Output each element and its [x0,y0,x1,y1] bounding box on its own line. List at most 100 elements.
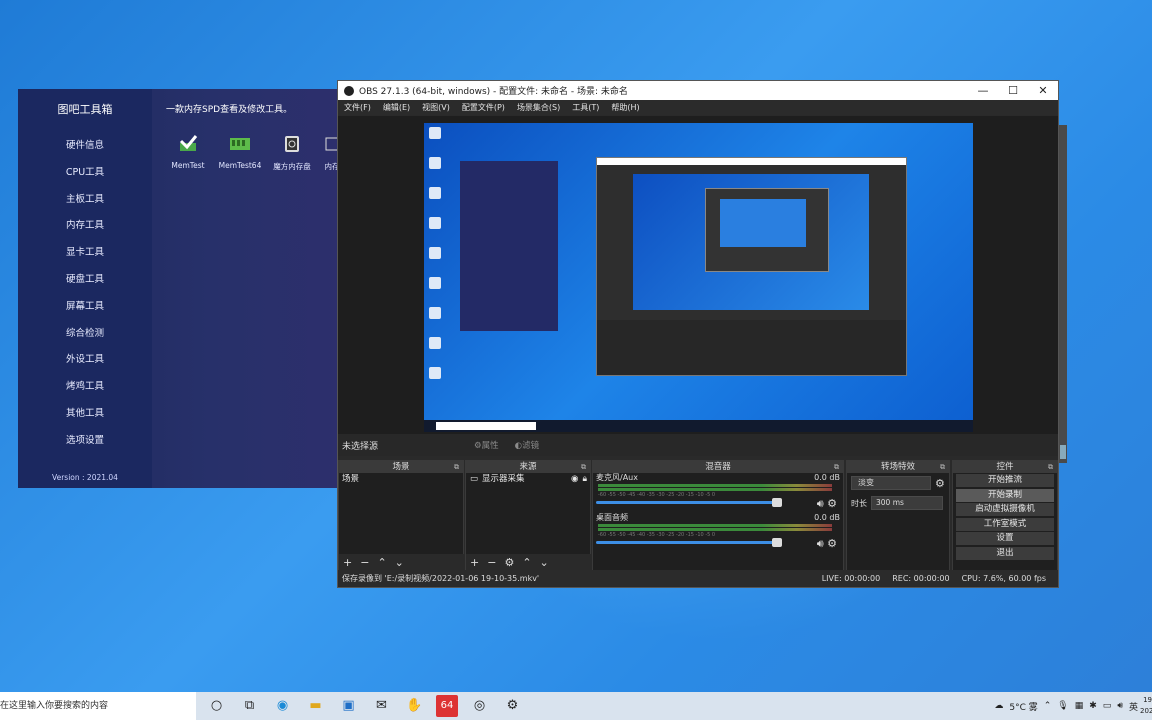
move-down-icon[interactable]: ⌄ [395,556,404,569]
mixer-dock: 混音器 ⧉ 麦克风/Aux 0.0 dB -60 -55 -50 -45 -40 -… [592,460,844,571]
gear-icon[interactable]: ⚙ [504,556,514,569]
toolbox-menu-stress[interactable]: 烤鸡工具 [18,374,152,401]
menu-help[interactable]: 帮助(H) [611,102,639,113]
duration-input[interactable]: 300 ms [871,496,943,510]
filters-button[interactable]: ◐滤镜 [515,439,539,451]
task-view-icon[interactable]: ⧉ [233,692,266,720]
monitor-icon: ▭ [470,474,479,484]
settings-button[interactable]: 设置 [956,532,1054,546]
menu-view[interactable]: 视图(V) [422,102,450,113]
tool-ramdisk[interactable]: 魔方内存盘 [270,133,314,172]
lock-icon[interactable]: 🔒︎ [582,473,587,486]
obs-app-icon[interactable]: ◎ [463,692,496,720]
taskbar-search-box[interactable]: 在这里输入你要搜索的内容 [0,692,196,720]
add-icon[interactable]: + [343,556,352,569]
menu-scene-collection[interactable]: 场景集合(S) [517,102,560,113]
tool-memtest[interactable]: MemTest [166,133,210,172]
slider-knob[interactable] [772,538,783,547]
start-recording-button[interactable]: 开始录制 [956,488,1054,502]
maximize-icon[interactable]: ☐ [998,84,1028,97]
gear-icon[interactable]: ⚙ [935,477,945,490]
weather-icon[interactable]: ☁ [994,701,1003,711]
properties-button[interactable]: ⚙属性 [474,439,499,451]
dock-float-icon[interactable]: ⧉ [834,461,839,473]
gear-icon[interactable]: ⚙ [827,537,837,550]
toolbox-menu-hardware-info[interactable]: 硬件信息 [18,133,152,160]
weather-text[interactable]: 5°C 雾 [1009,700,1037,713]
scenes-footer: + − ⌃ ⌄ [339,554,467,570]
scene-item[interactable]: 场景 [339,473,463,486]
move-up-icon[interactable]: ⌃ [377,556,386,569]
preview-canvas[interactable] [424,123,973,432]
move-up-icon[interactable]: ⌃ [522,556,531,569]
remove-icon[interactable]: − [360,556,369,569]
sources-footer: + − ⚙ ⌃ ⌄ [466,554,594,570]
ime-indicator[interactable]: 英 [1129,700,1138,713]
app-icon[interactable]: ⚙ [496,692,529,720]
slider-knob[interactable] [772,498,783,507]
studio-mode-button[interactable]: 工作室模式 [956,517,1054,531]
preview-scrollbar[interactable] [1059,125,1067,463]
toolbox-menu-disk[interactable]: 硬盘工具 [18,267,152,294]
transitions-dock-title: 转场特效 [880,462,915,472]
start-virtual-camera-button[interactable]: 启动虚拟摄像机 [956,503,1054,517]
toolbox-menu-gpu[interactable]: 显卡工具 [18,240,152,267]
tool-label: MemTest [171,161,205,170]
menu-edit[interactable]: 编辑(E) [383,102,410,113]
aida64-icon[interactable]: 64 [436,695,458,717]
speaker-icon[interactable]: 🔊︎ [817,497,824,510]
file-explorer-icon[interactable]: ▬ [299,692,332,720]
close-icon[interactable]: ✕ [1028,84,1058,97]
exit-button[interactable]: 退出 [956,546,1054,560]
no-source-selected-label: 未选择源 [342,441,379,452]
mic-icon[interactable]: 🎙︎ [1057,701,1068,711]
start-streaming-button[interactable]: 开始推流 [956,474,1054,487]
add-icon[interactable]: + [470,556,479,569]
move-down-icon[interactable]: ⌄ [540,556,549,569]
mail-icon[interactable]: ✉ [365,692,398,720]
menu-file[interactable]: 文件(F) [344,102,371,113]
toolbox-menu-other[interactable]: 其他工具 [18,401,152,428]
volume-slider[interactable] [596,538,783,547]
visibility-eye-icon[interactable]: ◉ [571,473,578,486]
volume-slider[interactable] [596,498,783,507]
clock[interactable]: 19 202 [1140,695,1152,717]
controls-dock: 控件 ⧉ 开始推流 开始录制 启动虚拟摄像机 工作室模式 设置 退出 [952,460,1058,571]
memtest-icon [179,135,198,151]
volume-icon[interactable]: 🔊︎ [1117,701,1123,711]
network-icon[interactable]: ▭ [1103,701,1112,711]
dock-float-icon[interactable]: ⧉ [940,461,945,473]
transition-select[interactable]: 淡变 [851,476,931,490]
toolbox-menu-memory[interactable]: 内存工具 [18,213,152,240]
tool-memtest64[interactable]: MemTest64 [218,133,262,172]
speaker-icon[interactable]: 🔊︎ [817,537,824,550]
gear-icon[interactable]: ⚙ [827,497,837,510]
toolbox-menu-mainboard[interactable]: 主板工具 [18,187,152,214]
cortana-icon[interactable]: ○ [200,692,233,720]
menu-profile[interactable]: 配置文件(P) [462,102,505,113]
edge-icon[interactable]: ◉ [266,692,299,720]
obs-logo-icon [344,85,354,96]
cpu-fps: CPU: 7.6%, 60.00 fps [961,573,1046,583]
toolbox-menu-overall[interactable]: 综合检测 [18,321,152,348]
toolbox-app-icon[interactable]: ✋ [398,692,431,720]
duration-label: 时长 [851,498,867,508]
toolbox-menu-screen[interactable]: 屏幕工具 [18,294,152,321]
channel-name: 麦克风/Aux [596,473,638,482]
store-icon[interactable]: ▣ [332,692,365,720]
minimize-icon[interactable]: — [968,84,998,97]
source-item[interactable]: ▭ 显示器采集 ◉ 🔒︎ [466,473,590,486]
remove-icon[interactable]: − [487,556,496,569]
toolbox-menu-settings[interactable]: 选项设置 [18,428,152,455]
toolbox-menu-cpu[interactable]: CPU工具 [18,160,152,187]
toolbox-menu-peripheral[interactable]: 外设工具 [18,347,152,374]
menu-tools[interactable]: 工具(T) [572,102,599,113]
dock-float-icon[interactable]: ⧉ [1048,461,1053,473]
tray-app-icon[interactable]: ▦ [1075,701,1084,711]
scenes-dock: 场景 ⧉ 场景 + − ⌃ ⌄ [338,460,467,571]
dock-float-icon[interactable]: ⧉ [454,461,459,473]
tray-expand-icon[interactable]: ⌃ [1044,701,1052,711]
tool-label: 魔方内存盘 [273,162,311,171]
bluetooth-icon[interactable]: ✱ [1089,701,1097,711]
dock-float-icon[interactable]: ⧉ [581,461,586,473]
